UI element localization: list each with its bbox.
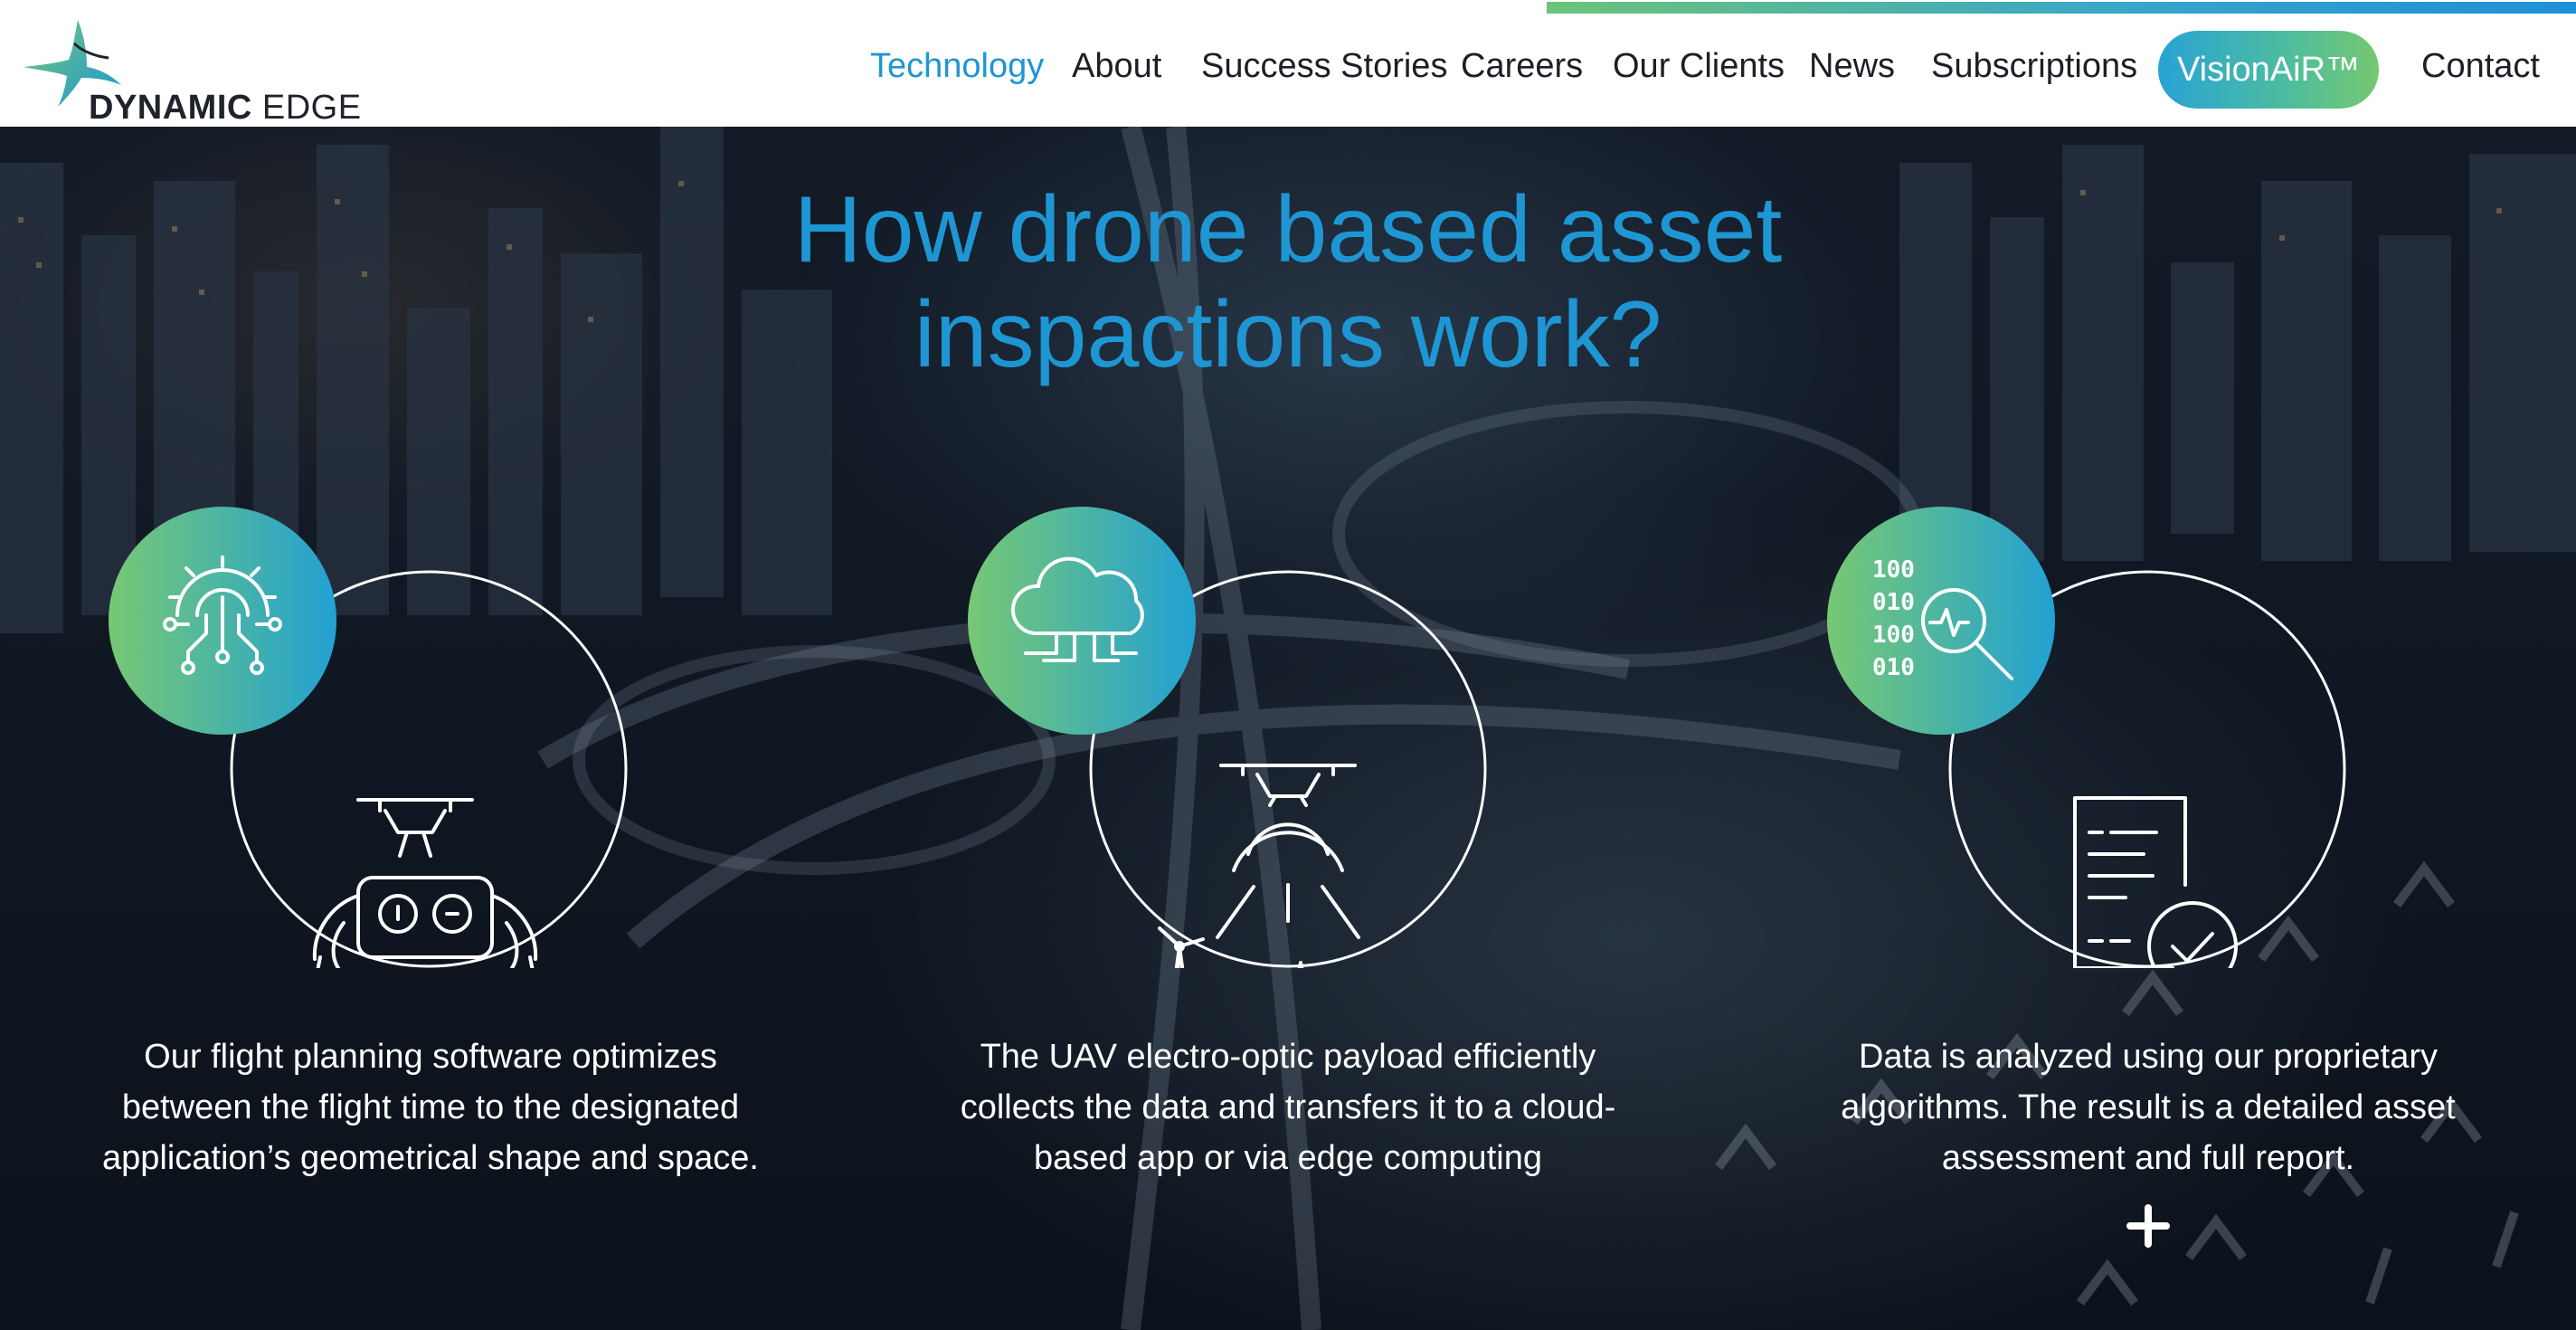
nav-technology[interactable]: Technology [870, 47, 1044, 86]
visionair-button[interactable]: VisionAiR™ [2158, 31, 2379, 109]
plus-icon[interactable] [2126, 1203, 2171, 1249]
nav-success-stories[interactable]: Success Stories [1201, 47, 1447, 86]
report-checkmark-icon [2073, 796, 2238, 968]
step-2-description: The UAV electro-optic payload efficientl… [960, 1038, 1616, 1177]
site-header: DYNAMIC EDGE Technology About Success St… [0, 0, 2576, 127]
nav-our-clients[interactable]: Our Clients [1613, 47, 1785, 86]
drone-scanning-assets-icon [1158, 764, 1360, 968]
nav-news[interactable]: News [1809, 47, 1895, 86]
step-3-description: Data is analyzed using our proprietary a… [1841, 1038, 2456, 1177]
drone-remote-control-icon [312, 798, 538, 968]
nav-about[interactable]: About [1072, 47, 1161, 86]
svg-text:010: 010 [1872, 654, 1915, 681]
dynamic-edge-logo[interactable]: DYNAMIC EDGE [22, 16, 361, 127]
step-1-description: Our flight planning software optimizes b… [102, 1038, 759, 1177]
hero-section: How drone based asset inspactions work? [0, 127, 2576, 1330]
nav-contact[interactable]: Contact [2421, 47, 2540, 86]
svg-text:100: 100 [1872, 556, 1915, 584]
nav-subscriptions[interactable]: Subscriptions [1931, 47, 2137, 86]
section-title: How drone based asset inspactions work? [793, 177, 1783, 388]
step-3-illustration: 100 010 100 010 [1827, 507, 2346, 968]
logo-wordmark: DYNAMIC EDGE [89, 89, 362, 127]
svg-text:100: 100 [1872, 622, 1915, 649]
nav-careers[interactable]: Careers [1461, 47, 1583, 86]
svg-text:010: 010 [1872, 589, 1915, 616]
step-1-illustration [109, 507, 628, 968]
step-2-illustration [968, 507, 1487, 968]
scroll-progress-bar [1547, 2, 2576, 14]
